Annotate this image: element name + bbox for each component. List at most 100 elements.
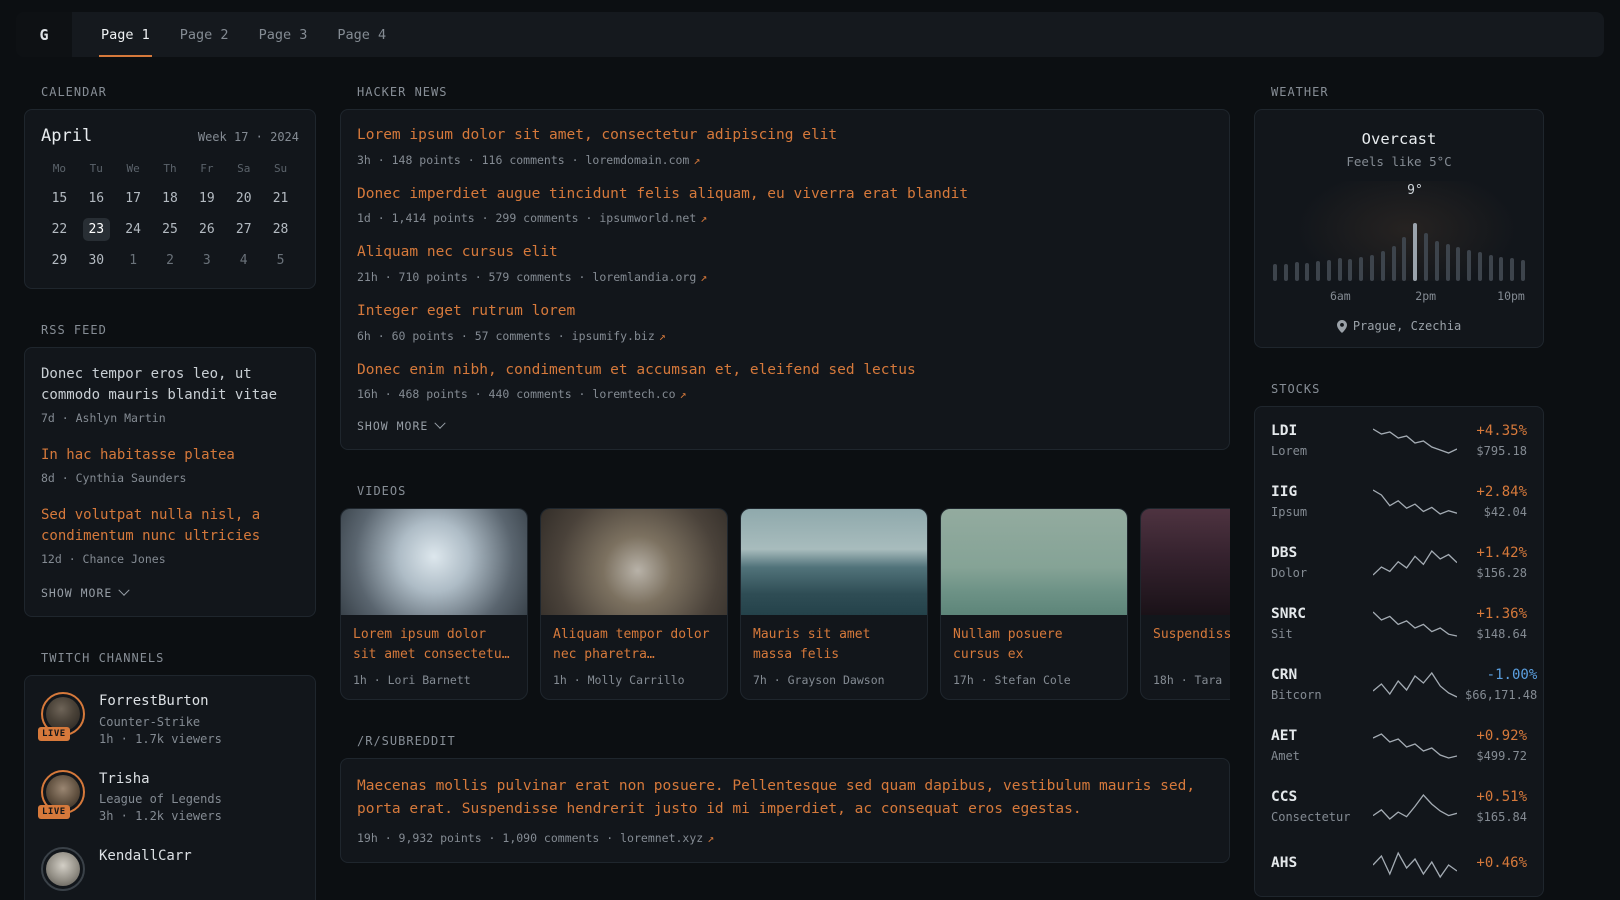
hacker-news-widget: HACKER NEWS Lorem ipsum dolor sit amet, … [340,85,1230,450]
weather-location: Prague, Czechia [1353,319,1461,333]
hn-item-link[interactable]: Lorem ipsum dolor sit amet, consectetur … [357,126,1213,146]
weather-hour-bar [1338,258,1342,281]
video-card[interactable]: Mauris sit amet massa felis 7h · Grayson… [740,508,928,700]
stock-row[interactable]: AETAmet +0.92%$499.72 [1271,728,1527,763]
hn-domain-link[interactable]: ipsumify.biz↗ [572,329,666,343]
top-bar: G Page 1 Page 2 Page 3 Page 4 [16,12,1604,57]
hn-item-link[interactable]: Aliquam nec cursus elit [357,243,1213,263]
hn-item: Integer eget rutrum lorem 6h · 60 points… [357,302,1213,344]
hn-domain-link[interactable]: loremtech.co↗ [592,387,686,401]
subreddit-card: Maecenas mollis pulvinar erat non posuer… [340,758,1230,862]
stocks-section-title: STOCKS [1271,382,1544,396]
stock-row[interactable]: IIGIpsum +2.84%$42.04 [1271,484,1527,519]
video-meta: 17h · Stefan Cole [953,673,1115,687]
rss-show-more-button[interactable]: SHOW MORE [41,586,128,600]
stock-sparkline [1373,487,1457,517]
rss-item-title: Sed volutpat nulla nisl, a condimentum n… [41,505,299,547]
hn-domain: ipsumworld.net [599,211,696,225]
videos-widget: VIDEOS Lorem ipsum dolor sit amet consec… [340,484,1230,700]
twitch-channel[interactable]: LIVE ForrestBurton Counter-Strike 1h · 1… [41,692,299,746]
hn-domain-link[interactable]: loremdomain.com↗ [586,153,701,167]
calendar-day-header: Tu [78,162,115,179]
hn-item-link[interactable]: Donec imperdiet augue tincidunt felis al… [357,185,1213,205]
avatar-wrap: LIVE [41,770,85,814]
video-body: Suspendisse diam 18h · Tara [1141,615,1230,699]
stock-row[interactable]: CCSConsectetur +0.51%$165.84 [1271,789,1527,824]
twitch-channel[interactable]: LIVE KendallCarr [41,847,299,891]
stock-symbol: DBS [1271,545,1365,561]
hn-domain: loremtech.co [592,387,675,401]
tab-page-4[interactable]: Page 4 [322,12,401,57]
weather-hour-bar [1359,257,1363,281]
avatar-wrap: LIVE [41,847,85,891]
video-thumbnail [541,509,727,615]
calendar-day-today: 23 [83,218,110,241]
rss-item[interactable]: In hac habitasse platea 8d · Cynthia Sau… [41,445,299,486]
stock-change: +1.36% [1465,606,1527,622]
weather-hour-bar [1413,223,1417,281]
rss-item[interactable]: Sed volutpat nulla nisl, a condimentum n… [41,505,299,567]
video-card[interactable]: Suspendisse diam 18h · Tara [1140,508,1230,700]
rss-widget: RSS FEED Donec tempor eros leo, ut commo… [24,323,316,617]
stock-row[interactable]: DBSDolor +1.42%$156.28 [1271,545,1527,580]
subreddit-domain-link[interactable]: loremnet.xyz↗ [620,831,714,845]
rss-item-meta: 12d · Chance Jones [41,551,299,567]
weather-time-label: 6am [1330,289,1351,303]
app-logo[interactable]: G [16,12,72,57]
stock-symbol: CRN [1271,667,1365,683]
stock-sparkline [1373,792,1457,822]
calendar-card: April Week 17 · 2024 MoTuWeThFrSaSu15161… [24,109,316,289]
stock-row[interactable]: SNRCSit +1.36%$148.64 [1271,606,1527,641]
hn-item-meta: 21h · 710 points · 579 comments · loreml… [357,269,1213,285]
hn-item-link[interactable]: Integer eget rutrum lorem [357,302,1213,322]
subreddit-post-link[interactable]: Maecenas mollis pulvinar erat non posuer… [357,775,1213,821]
stock-name: Lorem [1271,444,1365,458]
calendar-week-label: Week 17 · 2024 [198,130,299,144]
weather-hour-bar [1424,233,1428,281]
tab-page-1[interactable]: Page 1 [86,12,165,57]
weather-hour-bar [1284,264,1288,281]
stock-row[interactable]: CRNBitcorn -1.00%$66,171.48 [1271,667,1527,702]
stock-sparkline [1373,609,1457,639]
subreddit-domain: loremnet.xyz [620,831,703,845]
hn-domain-link[interactable]: ipsumworld.net↗ [599,211,707,225]
twitch-channel[interactable]: LIVE Trisha League of Legends 3h · 1.2k … [41,770,299,824]
calendar-day: 20 [230,187,257,210]
rss-item-title: In hac habitasse platea [41,445,299,466]
weather-hour-bar [1392,246,1396,281]
video-card[interactable]: Lorem ipsum dolor sit amet consectetu… 1… [340,508,528,700]
weather-hour-bar [1402,237,1406,281]
stock-row[interactable]: LDILorem +4.35%$795.18 [1271,423,1527,458]
hn-item-link[interactable]: Donec enim nibh, condimentum et accumsan… [357,361,1213,381]
hn-domain-link[interactable]: loremlandia.org↗ [592,270,707,284]
twitch-channel-name: KendallCarr [99,847,192,867]
calendar-section-title: CALENDAR [41,85,316,99]
weather-hour-bar [1521,260,1525,281]
weather-chart: 9° [1271,181,1527,281]
stock-change: +0.51% [1465,789,1527,805]
weather-hour-bar [1370,255,1374,281]
rss-item[interactable]: Donec tempor eros leo, ut commodo mauris… [41,364,299,426]
video-card[interactable]: Nullam posuere cursus ex 17h · Stefan Co… [940,508,1128,700]
calendar-day: 1 [120,249,147,272]
calendar-day: 29 [46,249,73,272]
tab-page-3[interactable]: Page 3 [244,12,323,57]
stock-price: $148.64 [1465,627,1527,641]
stock-row[interactable]: AHS +0.46% [1271,850,1527,880]
tab-page-2[interactable]: Page 2 [165,12,244,57]
weather-widget: WEATHER Overcast Feels like 5°C 9° 6am2p… [1254,85,1544,348]
twitch-section-title: TWITCH CHANNELS [41,651,316,665]
avatar [46,697,80,731]
video-card[interactable]: Aliquam tempor dolor nec pharetra… 1h · … [540,508,728,700]
video-meta: 1h · Lori Barnett [353,673,515,687]
hn-show-more-button[interactable]: SHOW MORE [357,419,444,433]
calendar-month-label: April [41,126,92,146]
video-body: Nullam posuere cursus ex 17h · Stefan Co… [941,615,1127,699]
calendar-day-header: Fr [188,162,225,179]
calendar-day-header: We [115,162,152,179]
hn-domain: loremlandia.org [592,270,696,284]
weather-feels-like: Feels like 5°C [1271,154,1527,169]
avatar [46,852,80,886]
rss-item-title: Donec tempor eros leo, ut commodo mauris… [41,364,299,406]
rss-item-meta: 8d · Cynthia Saunders [41,470,299,486]
